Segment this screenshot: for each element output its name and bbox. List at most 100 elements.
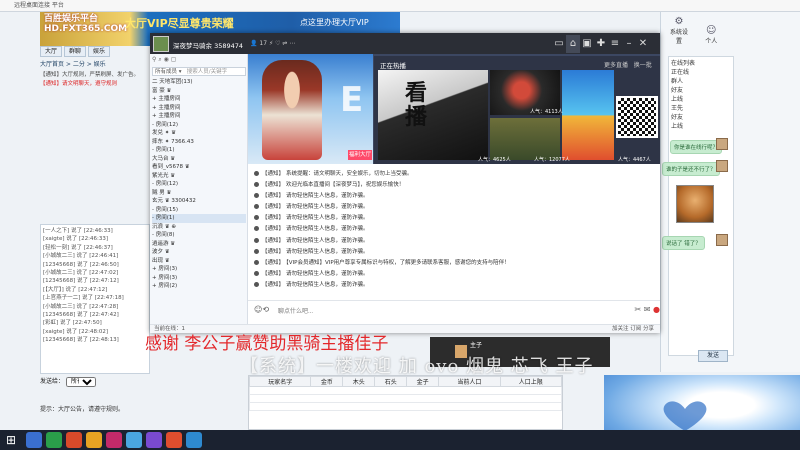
speaker-icon [254, 193, 259, 199]
message-tag: 【通知】 [262, 193, 285, 200]
bg-hint: 提示：大厅公告，请遵守规则。 [40, 406, 125, 413]
table-header-cell[interactable]: 当前人口 [438, 376, 501, 387]
viewer-count: 17 [259, 40, 268, 47]
chat-icon[interactable]: ✉ [644, 305, 651, 314]
member-tree-item[interactable]: + 主播房间 [152, 112, 246, 121]
member-tree-item[interactable]: 贼 男 ♛ [152, 189, 246, 198]
status-actions[interactable]: 加关注 订阅 分享 [612, 325, 654, 333]
member-tree-item[interactable]: 逍遥游 ♛ [152, 240, 246, 249]
bg-vip-link[interactable]: 点这里办理大厅VIP [300, 17, 400, 28]
table-header-cell[interactable]: 人口上限 [499, 376, 563, 387]
gamepad-icon[interactable]: ▣ [580, 35, 594, 53]
popularity: 人气：4467人 [618, 157, 651, 163]
member-filter[interactable]: 所有成员 ▾ 搜索人员/关键字 [152, 67, 246, 76]
app-icon[interactable] [186, 432, 202, 448]
user-icon[interactable]: ☺ 个人 [700, 25, 722, 47]
search-icon[interactable]: ⌕ [158, 56, 161, 63]
table-header-cell[interactable]: 玩家名字 [248, 376, 312, 387]
home-icon[interactable]: ⌂ [566, 35, 580, 53]
close-icon[interactable]: ✕ [636, 35, 650, 53]
table-header-cell[interactable]: 金币 [310, 376, 344, 387]
bg-tab-1[interactable]: 群聊 [64, 46, 87, 57]
mic-icon[interactable]: ● [653, 305, 660, 314]
member-tree-item[interactable]: 出现 ♛ [152, 257, 246, 266]
member-tree-item[interactable]: 玄元 ♛ 3300432 [152, 197, 246, 206]
app-icon[interactable] [86, 432, 102, 448]
chat-log-line: [xaigte] 说了 [22:46:33] [43, 236, 108, 243]
member-tree-item[interactable]: 二 天地军团(13) [152, 78, 246, 87]
popularity: 人气：12077人 [534, 157, 570, 163]
chat-message: 【通知】 请勿轻信陌生人信息，谨防诈骗。 [254, 191, 654, 202]
gift-icon[interactable]: ✚ [594, 35, 608, 53]
member-tree-item[interactable]: + 房间(3) [152, 274, 246, 283]
list-item[interactable]: 王先 [671, 104, 731, 113]
message-tag: 【通知】 [262, 237, 285, 244]
more-live-link[interactable]: 更多直播 [604, 62, 628, 69]
location-icon[interactable]: ◉ [164, 56, 169, 63]
app-icon[interactable] [146, 432, 162, 448]
send-to-select[interactable]: 所有人 [65, 377, 96, 387]
chat-log-line: [彩虹] 说了 [22:47:50] [43, 320, 102, 327]
member-tree-item[interactable]: - 房间(12) [152, 180, 246, 189]
menu-icon[interactable]: ≡ [608, 35, 622, 53]
online-list-header: 在线列表 [671, 60, 696, 67]
avatar[interactable] [153, 36, 169, 52]
member-tree-item[interactable]: 紫光光 ♛ [152, 172, 246, 181]
bg-right-icons: ⚙ 系统设置 ☺ 个人 [668, 16, 798, 45]
chat-log-line: [xaigte] 说了 [22:48:02] [43, 328, 108, 335]
scissors-icon[interactable]: ✂ [635, 305, 642, 314]
viewer-stats: 👤 17 ⚡ ♡ ⇌ ⋯ [250, 40, 296, 47]
table-header-cell[interactable]: 木头 [342, 376, 376, 387]
room-id: 3589474 [214, 42, 244, 50]
message-tag: 【通知】 [262, 204, 285, 211]
member-search-input[interactable]: 搜索人员/关键字 [187, 69, 227, 75]
member-tree-item[interactable]: + 房间(3) [152, 265, 246, 274]
live-card[interactable] [562, 70, 614, 160]
member-tree-item[interactable]: 富 豪 ♛ [152, 87, 246, 96]
member-tree-item[interactable]: 摔东 ✦ 7366.43 [152, 138, 246, 147]
live-card[interactable] [490, 118, 560, 160]
list-item[interactable]: 群人 [671, 77, 731, 86]
member-tree-item[interactable]: - 房间(1) [152, 146, 246, 155]
app-icon[interactable] [126, 432, 142, 448]
gear-icon[interactable]: ⚙ 系统设置 [668, 16, 690, 45]
member-tree-item[interactable]: + 房间(2) [152, 282, 246, 291]
emoji-icon[interactable]: ☺⟲ [254, 305, 274, 314]
app-icon[interactable] [66, 432, 82, 448]
member-tree-item[interactable]: + 主播房间 [152, 95, 246, 104]
hero-badge[interactable]: 福利大厅 [348, 150, 372, 160]
member-tree-item[interactable]: - 房间(1) [152, 214, 246, 223]
list-item[interactable]: 好友 [671, 86, 731, 95]
member-tree-item[interactable]: 大马台 ♛ [152, 155, 246, 164]
bg-tab-0[interactable]: 大厅 [40, 46, 63, 57]
chat-input[interactable] [278, 306, 578, 317]
minimize-icon[interactable]: – [622, 35, 636, 53]
bg-breadcrumb: 大厅首页 > 二分 > 娱乐 [40, 61, 106, 68]
chat-message: 【通知】 欢迎光临本直播间【深夜梦马】，祝您娱乐愉快！ [254, 180, 654, 191]
person-icon[interactable]: ⚲ [152, 56, 156, 63]
list-item[interactable]: 上线 [671, 95, 731, 104]
member-tree-item[interactable]: - 房间(12) [152, 121, 246, 130]
member-tree-item[interactable]: 发兑 ✦ ♛ [152, 129, 246, 138]
list-item[interactable]: 正在线 [671, 68, 731, 77]
member-tree-item[interactable]: 沉浪 ♛ ⊕ [152, 223, 246, 232]
app-icon[interactable] [106, 432, 122, 448]
chat-log-line: [12345668] 说了 [22:47:42] [43, 312, 119, 319]
member-tree-item[interactable]: - 房间(15) [152, 206, 246, 215]
send-button[interactable]: 发送 [698, 350, 728, 362]
bg-tab-2[interactable]: 娱乐 [88, 46, 111, 57]
filter-icon[interactable]: ▢ [171, 56, 177, 63]
list-item[interactable]: 好友 [671, 113, 731, 122]
app-icon[interactable] [46, 432, 62, 448]
table-header-cell[interactable]: 金子 [406, 376, 440, 387]
screen-icon[interactable]: ▭ [552, 35, 566, 53]
member-tree-item[interactable]: - 房间(8) [152, 231, 246, 240]
windows-start-icon[interactable]: ⊞ [4, 433, 18, 447]
member-tree-item[interactable]: 波夕 ♛ [152, 248, 246, 257]
app-icon[interactable] [26, 432, 42, 448]
app-icon[interactable] [166, 432, 182, 448]
member-tree-item[interactable]: + 主播房间 [152, 104, 246, 113]
refresh-link[interactable]: 换一批 [634, 62, 652, 69]
member-tree-item[interactable]: 看到_v5678 ♛ [152, 163, 246, 172]
table-header-cell[interactable]: 石头 [374, 376, 408, 387]
